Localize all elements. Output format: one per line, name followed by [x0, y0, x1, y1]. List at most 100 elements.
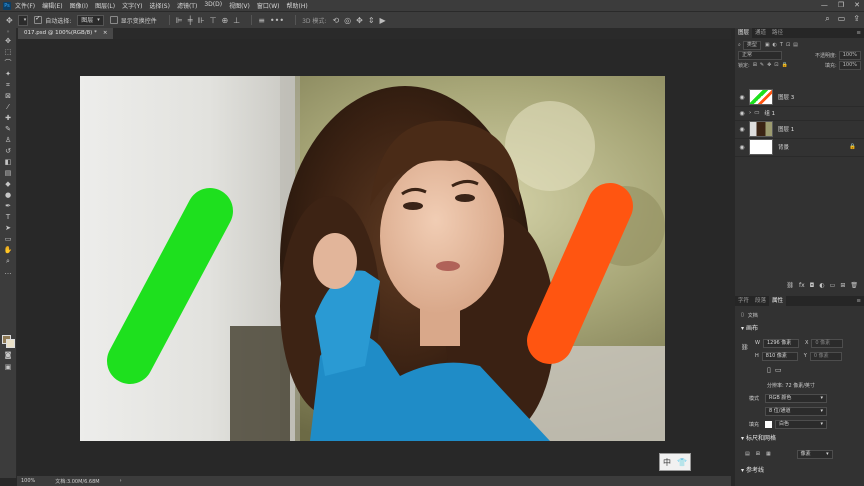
document-size[interactable]: 文档:3.00M/6.68M — [55, 478, 99, 485]
visibility-eye-icon[interactable]: ◉ — [735, 110, 749, 117]
align-right-icon[interactable]: ⊪ — [198, 16, 205, 25]
filter-icons[interactable]: ▣◐T⊡▤ — [765, 42, 801, 48]
toolbar-collapse-icon[interactable]: » — [0, 28, 16, 36]
healing-brush-tool-icon[interactable]: ✚ — [0, 113, 16, 124]
chevron-right-icon[interactable]: › — [749, 110, 751, 116]
layer-name[interactable]: 组 1 — [764, 109, 775, 117]
3d-drag-icon[interactable]: ✥ — [356, 16, 363, 25]
panel-menu-icon[interactable]: ≡ — [853, 296, 864, 306]
new-layer-icon[interactable]: ⊞ — [840, 282, 845, 289]
width-field[interactable]: 1296 像素 — [762, 338, 799, 348]
zoom-level[interactable]: 100% — [21, 478, 35, 484]
document-tab[interactable]: 017.psd @ 100%(RGB/8) * × — [18, 28, 114, 39]
rulers-section-title[interactable]: ▾ 标尺和网格 — [735, 434, 776, 444]
dodge-tool-icon[interactable]: ● — [0, 190, 16, 201]
restore-icon[interactable]: ❐ — [838, 1, 844, 9]
fx-icon[interactable]: fx — [799, 282, 805, 289]
grid-icon[interactable]: ⊞ — [756, 451, 760, 457]
eyedropper-tool-icon[interactable]: ⁄ — [0, 102, 16, 113]
show-transform-checkbox[interactable] — [109, 16, 118, 24]
auto-select-option[interactable]: 自动选择: — [34, 15, 71, 25]
tab-close-icon[interactable]: × — [103, 28, 108, 39]
background-color-swatch[interactable] — [6, 339, 15, 348]
tab-paths[interactable]: 路径 — [769, 28, 786, 38]
visibility-eye-icon[interactable]: ◉ — [735, 94, 749, 101]
canvas-section-title[interactable]: ▾ 画布 — [735, 324, 758, 334]
translate-badge[interactable]: 中 👕 — [659, 453, 691, 471]
3d-scale-icon[interactable]: ▶ — [380, 16, 386, 25]
bit-depth-dropdown[interactable]: 8 位/通道 ▾ — [765, 406, 827, 416]
blur-tool-icon[interactable]: ◆ — [0, 179, 16, 190]
lasso-tool-icon[interactable]: ⌒ — [0, 58, 16, 69]
layer-row[interactable]: ◉ 图层 3 — [735, 88, 864, 107]
menu-filter[interactable]: 滤镜(T) — [177, 1, 197, 10]
layer-group-row[interactable]: ◉ › ▭ 组 1 — [735, 106, 864, 121]
menu-file[interactable]: 文件(F) — [15, 1, 35, 10]
close-icon[interactable]: ✕ — [854, 1, 860, 9]
menu-view[interactable]: 视图(V) — [229, 1, 250, 10]
menu-window[interactable]: 窗口(W) — [257, 1, 280, 10]
marquee-tool-icon[interactable]: ⬚ — [0, 47, 16, 58]
x-field[interactable]: 0 像素 — [811, 338, 844, 348]
fill-color-swatch[interactable] — [765, 420, 772, 428]
blend-mode-dropdown[interactable]: 正常 — [738, 50, 782, 60]
clone-stamp-tool-icon[interactable]: ♙ — [0, 135, 16, 146]
gradient-tool-icon[interactable]: ▤ — [0, 168, 16, 179]
move-tool-icon[interactable]: ✥ — [6, 16, 13, 25]
mode-dropdown[interactable]: RGB 颜色 ▾ — [765, 393, 827, 403]
menu-edit[interactable]: 编辑(E) — [42, 1, 62, 10]
ruler-icon[interactable]: ▤ — [745, 451, 750, 457]
fill-field[interactable]: 100% — [838, 60, 861, 70]
y-field[interactable]: 0 像素 — [809, 351, 842, 361]
mask-icon[interactable]: ◘ — [810, 282, 815, 289]
tab-layers[interactable]: 图层 — [735, 28, 753, 38]
menu-image[interactable]: 图像(I) — [70, 1, 88, 10]
opacity-field[interactable]: 100% — [838, 50, 861, 60]
show-transform-option[interactable]: 显示变换控件 — [109, 16, 157, 25]
menu-type[interactable]: 文字(Y) — [122, 1, 142, 10]
crop-tool-icon[interactable]: ⌗ — [0, 80, 16, 91]
visibility-eye-icon[interactable]: ◉ — [735, 126, 749, 133]
pen-tool-icon[interactable]: ✒ — [0, 201, 16, 212]
distribute-icon[interactable]: ≡ — [258, 16, 265, 25]
tab-character[interactable]: 字符 — [735, 296, 752, 306]
tab-properties[interactable]: 属性 — [769, 296, 787, 306]
align-center-icon[interactable]: ╪ — [188, 16, 193, 25]
3d-rotate-icon[interactable]: ⟲ — [332, 16, 339, 25]
layer-row[interactable]: ◉ 背景 🔒 — [735, 138, 864, 157]
auto-select-checkbox[interactable] — [34, 15, 43, 24]
guides-section-title[interactable]: ▾ 参考线 — [735, 466, 764, 476]
landscape-icon[interactable]: ▭ — [775, 366, 782, 374]
tool-preset-dropdown[interactable]: ▾ — [17, 14, 29, 26]
trash-icon[interactable]: 🗑 — [850, 282, 858, 289]
document-canvas[interactable] — [80, 76, 665, 441]
menu-select[interactable]: 选择(S) — [149, 1, 170, 10]
portrait-icon[interactable]: ▯ — [767, 366, 771, 374]
layer-name[interactable]: 图层 3 — [778, 93, 794, 101]
tab-channels[interactable]: 通道 — [752, 28, 769, 38]
brush-tool-icon[interactable]: ✎ — [0, 124, 16, 135]
more-tools-icon[interactable]: … — [0, 267, 16, 278]
align-bottom-icon[interactable]: ⊥ — [233, 16, 240, 25]
search-icon[interactable]: ⌕ — [825, 14, 829, 24]
frame-tool-icon[interactable]: ⊠ — [0, 91, 16, 102]
lock-icons[interactable]: ⊞✎✥⊡🔒 — [753, 62, 791, 68]
type-tool-icon[interactable]: T — [0, 212, 16, 223]
layer-name[interactable]: 背景 — [778, 143, 789, 151]
tab-paragraph[interactable]: 段落 — [752, 296, 769, 306]
3d-slide-icon[interactable]: ⇕ — [368, 16, 375, 25]
ruler-unit-dropdown[interactable]: 像素 ▾ — [796, 449, 833, 459]
layer-row[interactable]: ◉ 图层 1 — [735, 120, 864, 139]
menu-3d[interactable]: 3D(D) — [204, 1, 222, 10]
move-tool-icon[interactable]: ✥ — [0, 36, 16, 47]
hand-tool-icon[interactable]: ✋ — [0, 245, 16, 256]
align-top-icon[interactable]: ⊤ — [210, 16, 217, 25]
auto-select-target-dropdown[interactable]: 图层 ▾ — [77, 14, 104, 26]
3d-roll-icon[interactable]: ◎ — [344, 16, 351, 25]
panel-menu-icon[interactable]: ≡ — [853, 28, 864, 38]
more-options-icon[interactable]: ••• — [270, 16, 284, 25]
link-icon[interactable]: ⛓ — [786, 282, 794, 289]
workspace-icon[interactable]: ▭ — [838, 14, 846, 24]
share-icon[interactable]: ⇪ — [853, 14, 860, 24]
fill-dropdown[interactable]: 白色 ▾ — [775, 419, 827, 429]
